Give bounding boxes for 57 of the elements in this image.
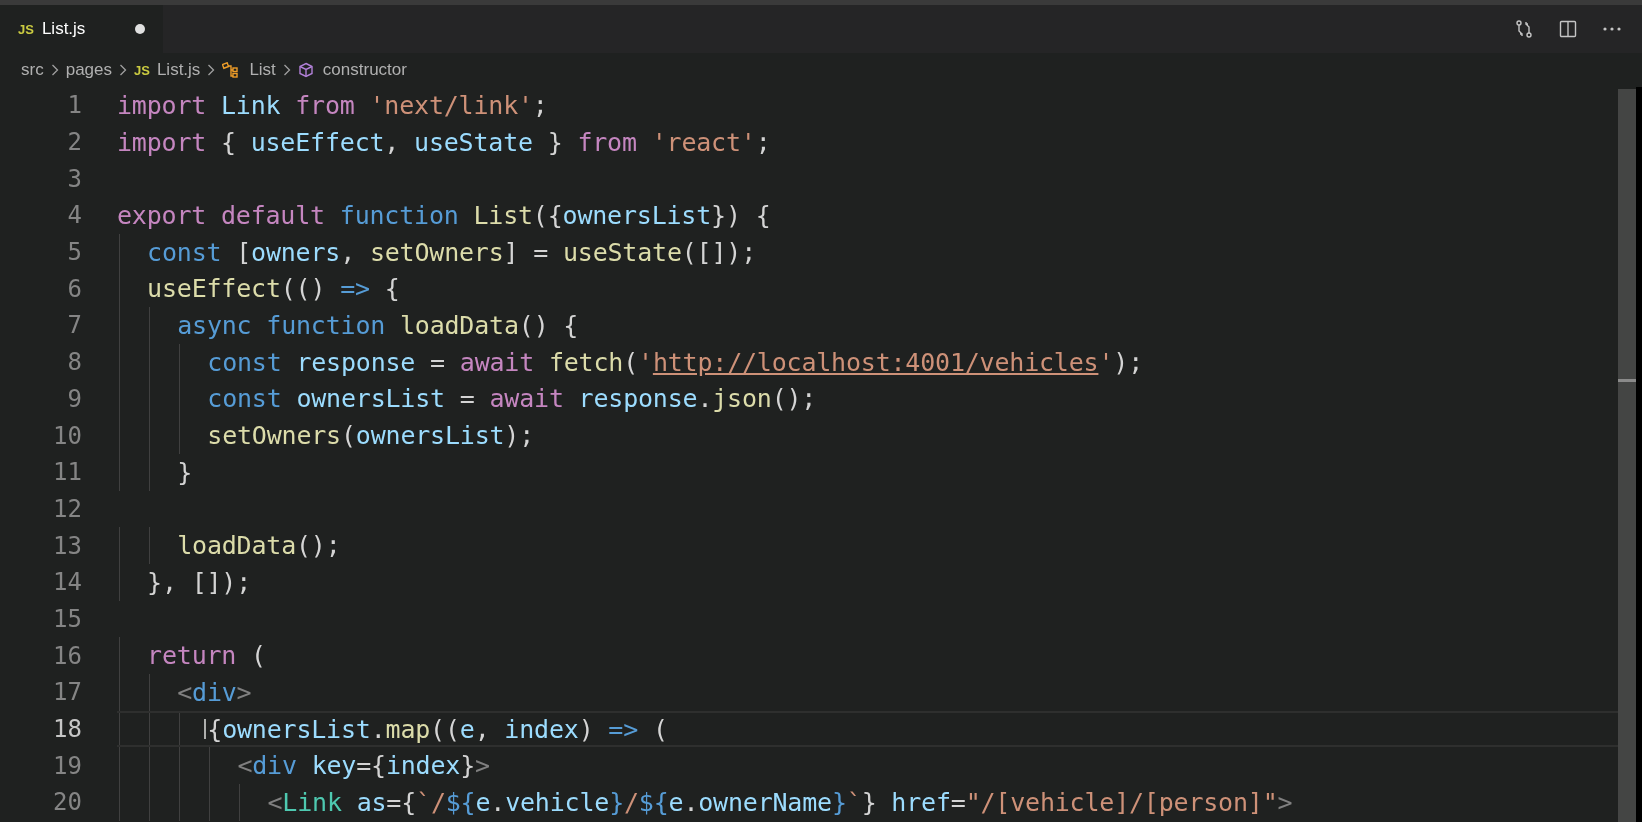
code-line: useEffect(() => { bbox=[147, 274, 400, 304]
line-number: 19 bbox=[52, 751, 82, 780]
code-line: {ownersList.map((e, index) => ( bbox=[207, 714, 668, 744]
line-number: 14 bbox=[52, 568, 82, 597]
code-line: const ownersList = await response.json(); bbox=[207, 384, 817, 414]
code-line: <div> bbox=[177, 677, 252, 707]
tab-label: List.js bbox=[41, 19, 87, 39]
breadcrumb-item[interactable]: src bbox=[21, 60, 44, 80]
line-number: 7 bbox=[66, 311, 82, 340]
breadcrumb-item[interactable]: pages bbox=[65, 60, 112, 80]
code-line: setOwners(ownersList); bbox=[207, 421, 535, 451]
line-number: 2 bbox=[66, 128, 82, 157]
more-actions-icon[interactable] bbox=[1602, 26, 1622, 32]
line-number: 6 bbox=[66, 274, 82, 303]
code-line: loadData(); bbox=[177, 531, 341, 561]
line-number: 15 bbox=[52, 604, 82, 633]
line-number: 17 bbox=[52, 678, 82, 707]
js-file-icon: JS bbox=[134, 62, 150, 78]
chevron-icon bbox=[282, 64, 291, 76]
line-number: 12 bbox=[52, 494, 82, 523]
code-line: const response = await fetch('http://localhost:4001/vehicles'); bbox=[207, 347, 1143, 377]
line-number: 1 bbox=[66, 91, 82, 120]
line-number: 20 bbox=[52, 788, 82, 817]
code-line: } bbox=[177, 457, 193, 487]
chevron-icon bbox=[119, 64, 127, 76]
split-editor-icon[interactable] bbox=[1558, 19, 1578, 39]
line-number: 8 bbox=[66, 348, 82, 377]
code-line: export default function List({ownersList}) { bbox=[117, 200, 771, 230]
scrollbar[interactable] bbox=[1618, 89, 1636, 822]
code-line: <div key={index}> bbox=[237, 751, 490, 781]
code-line: async function loadData() { bbox=[177, 310, 579, 340]
class-symbol-icon bbox=[222, 62, 241, 78]
cube-icon bbox=[297, 62, 314, 78]
chevron-icon bbox=[207, 64, 216, 76]
code-line: import { useEffect, useState } from 'react'; bbox=[117, 127, 771, 157]
code-line: import Link from 'next/link'; bbox=[117, 90, 548, 120]
breadcrumb-item[interactable]: List.js bbox=[156, 60, 201, 80]
breadcrumb-item[interactable]: constructor bbox=[322, 60, 407, 80]
line-number: 9 bbox=[66, 384, 82, 413]
line-number: 5 bbox=[66, 238, 82, 267]
breadcrumb-item[interactable]: List bbox=[249, 60, 276, 80]
code-line: <Link as={`/${e.vehicle}/${e.ownerName}`} href="/[vehicle]/[person]"> bbox=[267, 787, 1293, 817]
line-number: 3 bbox=[66, 164, 82, 193]
line-number: 13 bbox=[52, 531, 82, 560]
text-cursor bbox=[204, 718, 207, 740]
line-number: 10 bbox=[52, 421, 82, 450]
code-line: return ( bbox=[147, 641, 266, 671]
code-line: }, []); bbox=[147, 567, 252, 597]
compare-changes-icon[interactable] bbox=[1514, 19, 1534, 39]
editor-tab[interactable]: JS List.js bbox=[0, 5, 163, 53]
line-number: 4 bbox=[66, 201, 82, 230]
chevron-icon bbox=[50, 64, 59, 76]
line-number: 18 bbox=[52, 715, 82, 744]
line-number: 11 bbox=[52, 458, 82, 487]
line-number: 16 bbox=[52, 641, 82, 670]
code-line: const [owners, setOwners] = useState([]); bbox=[147, 237, 757, 267]
js-file-icon: JS bbox=[18, 21, 34, 37]
